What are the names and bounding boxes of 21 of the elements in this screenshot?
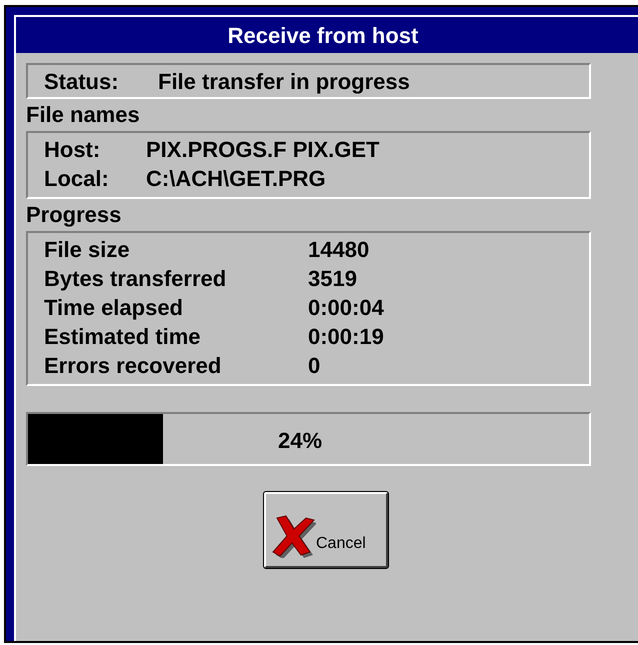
field-value: C:\ACH\GET.PRG — [146, 165, 326, 193]
section-heading: File names — [26, 100, 141, 128]
field-value: 0:00:19 — [308, 323, 384, 351]
field-label: Bytes transferred — [44, 265, 228, 293]
field-label: Estimated time — [44, 323, 202, 351]
window-title: Receive from host — [16, 17, 638, 53]
status-label: Status: — [44, 68, 120, 96]
progress-percent: 24% — [278, 427, 322, 455]
field-value: 0:00:04 — [308, 294, 384, 322]
field-value: PIX.PROGS.F PIX.GET — [146, 136, 380, 164]
field-value: 14480 — [308, 236, 370, 264]
field-value: 0 — [308, 352, 320, 380]
field-label: Local: — [44, 165, 110, 193]
field-label: Time elapsed — [44, 294, 184, 322]
field-label: Host: — [44, 136, 102, 164]
field-label: File size — [44, 236, 131, 264]
field-label: Errors recovered — [44, 352, 222, 380]
field-value: 3519 — [308, 265, 357, 293]
cancel-button[interactable]: Cancel — [264, 492, 388, 568]
status-text: File transfer in progress — [158, 68, 410, 96]
section-heading: Progress — [26, 200, 122, 229]
